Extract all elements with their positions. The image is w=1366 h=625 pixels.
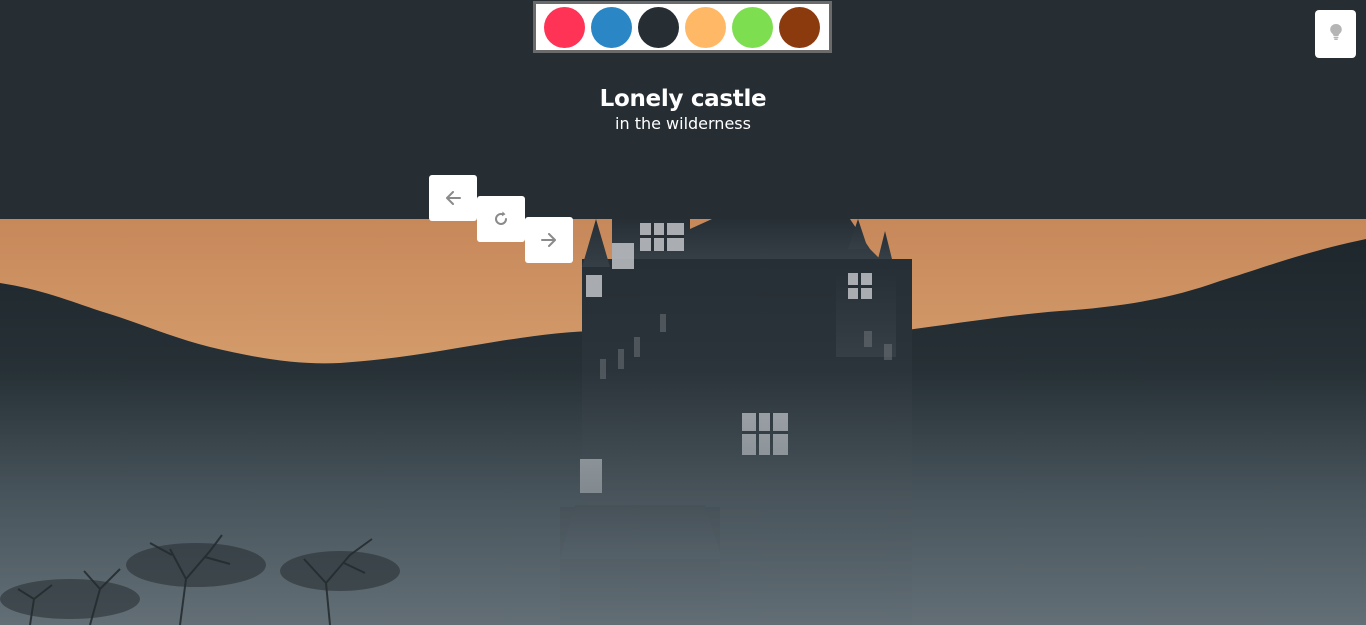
reload-icon (493, 211, 509, 227)
swatch-blue[interactable] (591, 6, 632, 48)
title-block: Lonely castle in the wilderness (0, 84, 1366, 134)
next-button[interactable] (525, 217, 573, 263)
castle-scene (0, 219, 1366, 625)
swatch-orange[interactable] (685, 6, 726, 48)
theme-toggle-button[interactable] (1315, 10, 1356, 58)
castle-scene-image (0, 219, 1366, 625)
swatch-dark[interactable] (638, 6, 679, 48)
lightbulb-icon (1329, 23, 1343, 45)
color-palette (533, 1, 832, 53)
reload-button[interactable] (477, 196, 525, 242)
swatch-green[interactable] (732, 6, 773, 48)
page-subtitle: in the wilderness (615, 114, 751, 133)
swatch-red[interactable] (544, 6, 585, 48)
page-title: Lonely castle (599, 86, 767, 112)
arrow-left-icon (445, 191, 461, 205)
arrow-right-icon (541, 233, 557, 247)
prev-button[interactable] (429, 175, 477, 221)
swatch-brown[interactable] (779, 6, 820, 48)
